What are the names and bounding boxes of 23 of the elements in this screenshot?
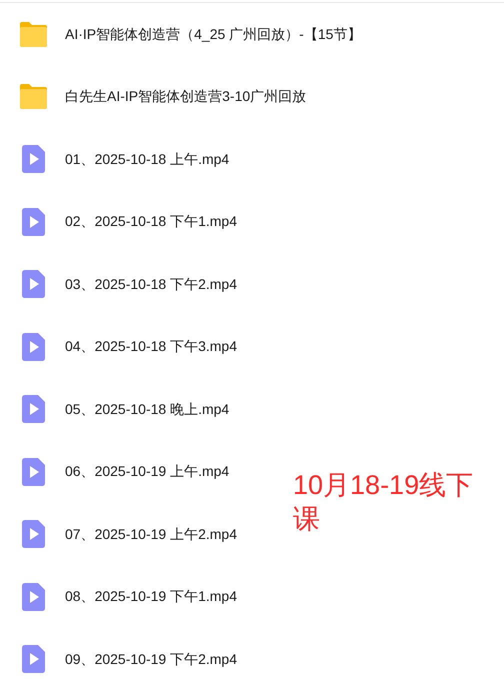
video-file-icon (22, 395, 46, 424)
file-name[interactable]: 05、2025-10-18 晚上.mp4 (65, 398, 230, 420)
video-file-icon (22, 145, 46, 174)
video-file-icon (22, 645, 46, 674)
file-name[interactable]: 白先生AI-IP智能体创造营3-10广州回放 (65, 86, 306, 108)
folder-icon (18, 83, 49, 110)
file-name[interactable]: 01、2025-10-18 上午.mp4 (65, 148, 230, 170)
file-name[interactable]: AI·IP智能体创造营（4_25 广州回放）-【15节】 (65, 24, 362, 45)
file-name[interactable]: 07、2025-10-19 上午2.mp4 (65, 524, 237, 545)
video-file-icon (22, 208, 46, 236)
annotation-text: 10月18-19线下课 (293, 469, 474, 536)
file-name[interactable]: 08、2025-10-19 下午1.mp4 (65, 586, 237, 608)
folder-icon (18, 20, 49, 48)
video-file-icon (22, 582, 46, 611)
video-file-icon (22, 520, 46, 548)
file-name[interactable]: 03、2025-10-18 下午2.mp4 (65, 274, 237, 295)
file-name[interactable]: 02、2025-10-18 下午1.mp4 (65, 211, 237, 232)
video-file-icon (22, 332, 46, 361)
video-file-icon (22, 458, 46, 486)
video-file-icon (22, 270, 46, 298)
file-name[interactable]: 06、2025-10-19 上午.mp4 (65, 461, 230, 482)
file-name[interactable]: 09、2025-10-19 下午2.mp4 (65, 648, 237, 670)
file-name[interactable]: 04、2025-10-18 下午3.mp4 (65, 336, 237, 358)
